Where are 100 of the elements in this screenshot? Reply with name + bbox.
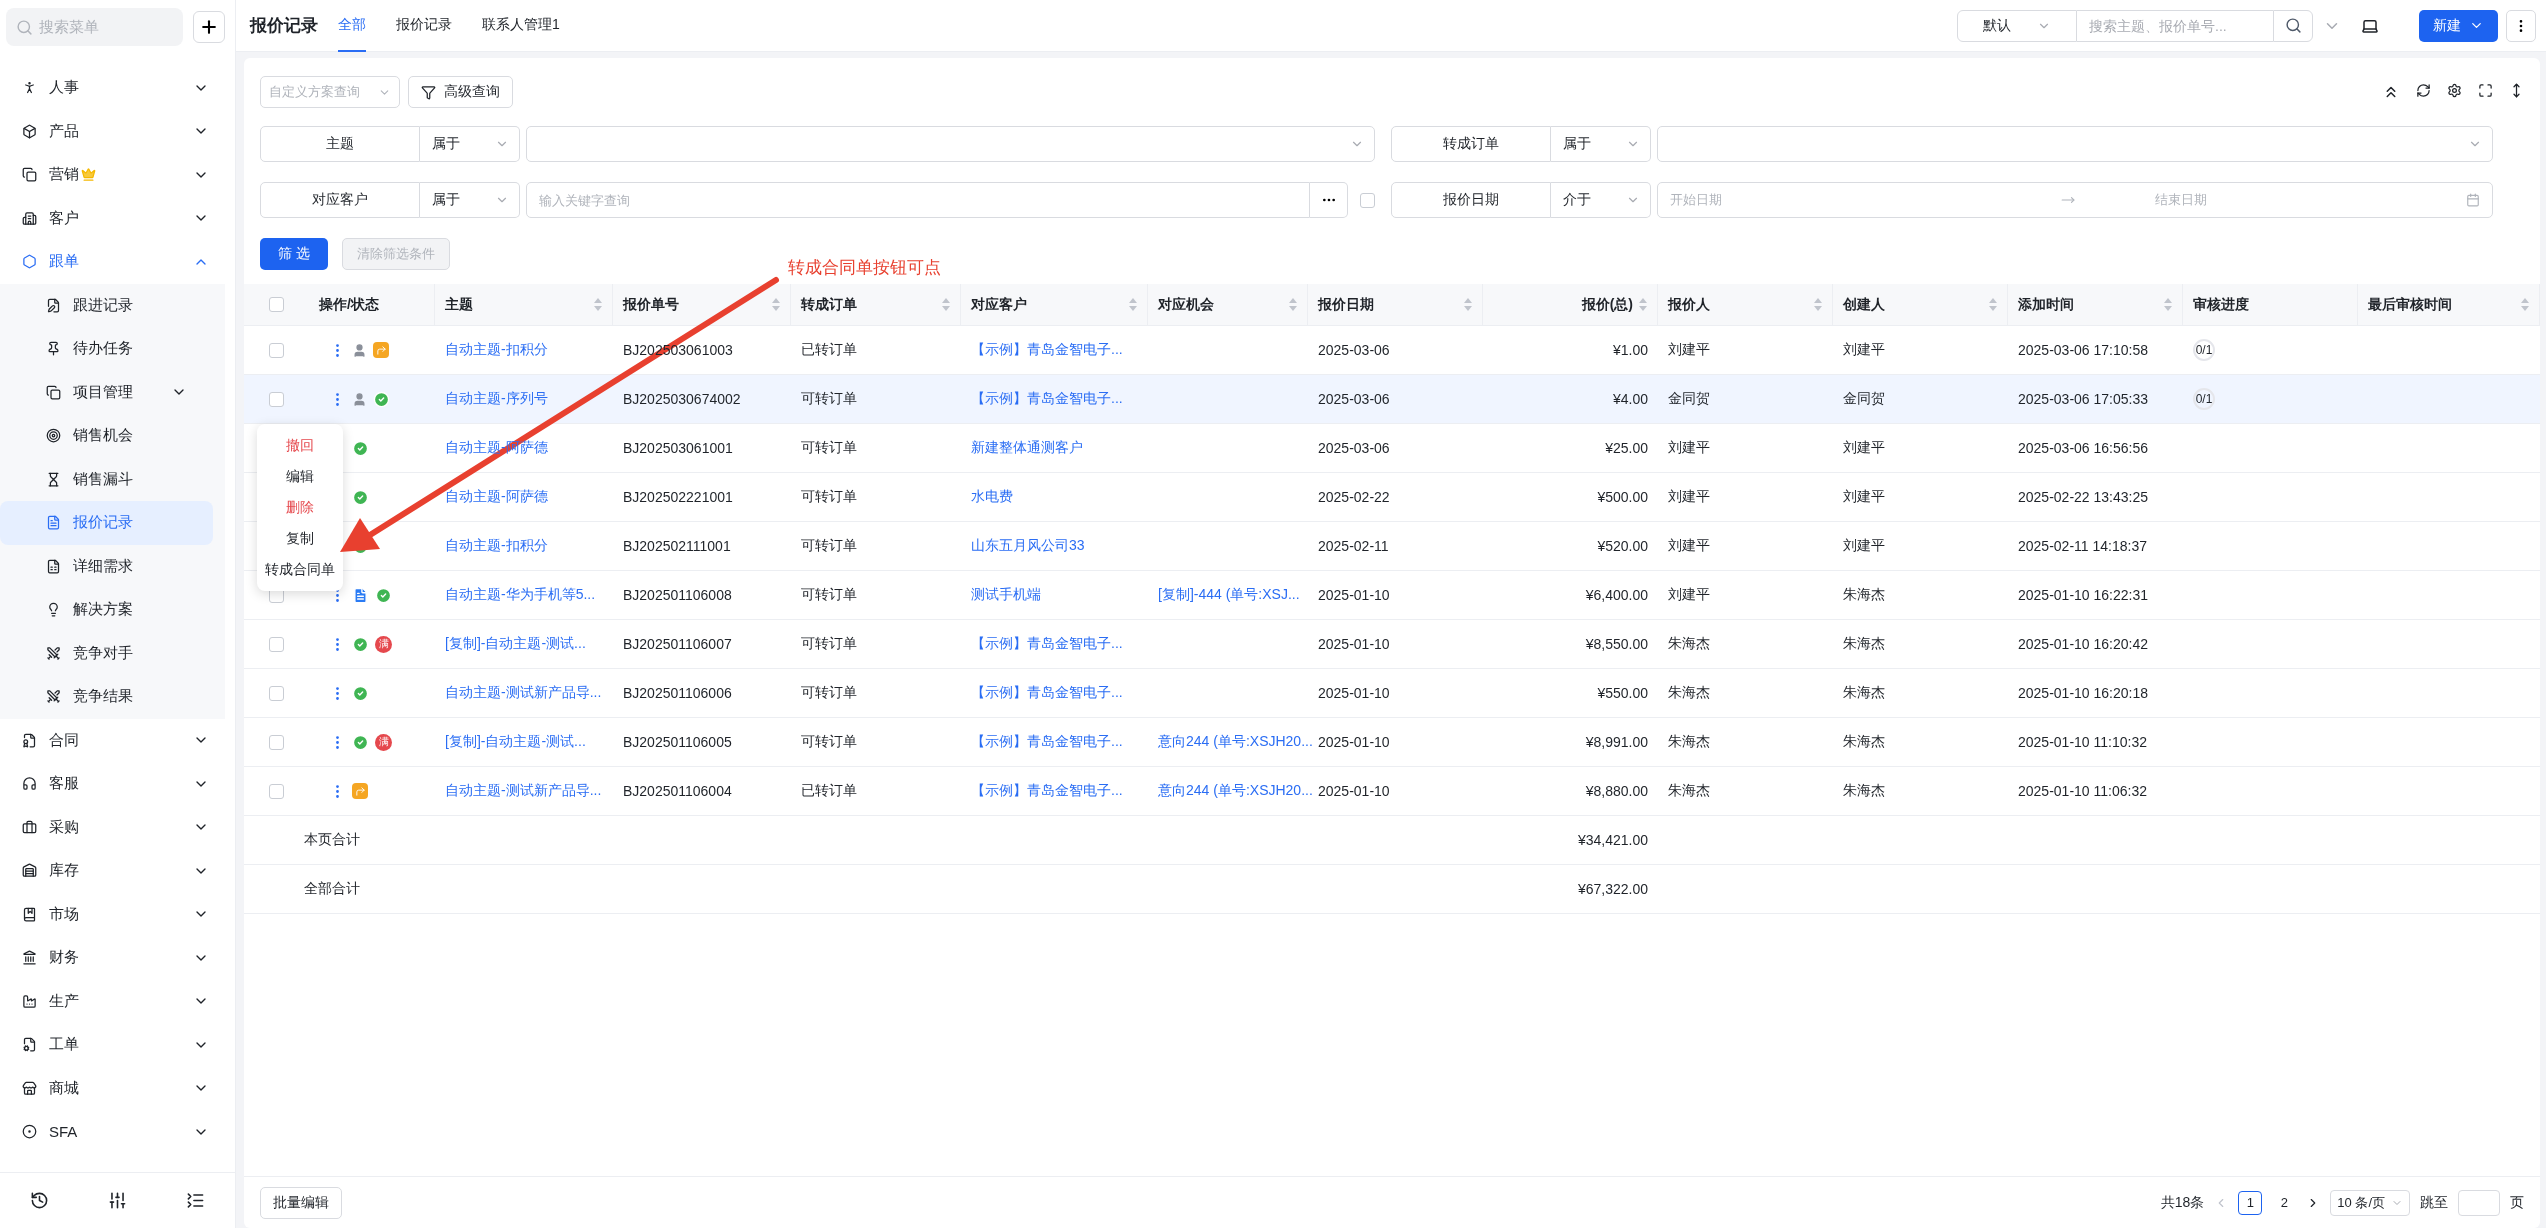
customer-link[interactable]: 水电费 [961,488,1148,506]
customer-link[interactable]: 【示例】青岛金智电子... [961,390,1148,408]
value-select[interactable] [1657,126,2493,162]
sidebar-subitem[interactable]: 竞争结果 [0,675,213,719]
subject-link[interactable]: 自动主题-序列号 [435,390,613,408]
sort-icon[interactable] [1289,298,1297,311]
collapse-icon[interactable] [186,1191,206,1210]
more-button[interactable] [2506,9,2536,42]
sidebar-subitem[interactable]: 项目管理 [0,370,213,414]
sidebar-item[interactable]: 合同 [0,718,235,762]
subject-link[interactable]: 自动主题-阿萨德 [435,488,613,506]
sidebar-item[interactable]: 客服 [0,762,235,806]
operator-select[interactable]: 属于 [1551,126,1651,162]
page-size-select[interactable]: 10 条/页 [2330,1189,2410,1216]
menu-item[interactable]: 复制 [286,523,314,554]
sort-icon[interactable] [1814,298,1822,311]
sidebar-item[interactable]: 工单 [0,1023,235,1067]
view-select[interactable]: 默认 [1957,9,2077,42]
sort-icon[interactable] [1129,298,1137,311]
operator-select[interactable]: 属于 [420,126,520,162]
filter-button[interactable]: 筛 选 [260,238,328,270]
sidebar-subitem[interactable]: 跟进记录 [0,283,213,327]
sidebar-subitem[interactable]: 销售漏斗 [0,457,213,501]
subject-link[interactable]: [复制]-自动主题-测试... [435,733,613,751]
batch-edit-button[interactable]: 批量编辑 [260,1186,342,1219]
sidebar-item[interactable]: SFA [0,1110,235,1154]
fullscreen-icon[interactable] [2478,83,2493,98]
sidebar-item[interactable]: 库存 [0,849,235,893]
subject-link[interactable]: 自动主题-测试新产品导... [435,782,613,800]
keyword-field[interactable]: 输入关键字查询 [526,182,1310,218]
opportunity-link[interactable]: [复制]-444 (单号:XSJ... [1148,586,1308,604]
checkbox[interactable] [269,734,284,750]
operator-select[interactable]: 介于 [1551,182,1651,218]
tab[interactable]: 联系人管理1 [482,0,560,52]
checkbox[interactable] [269,685,284,701]
customer-link[interactable]: 【示例】青岛金智电子... [961,341,1148,359]
sidebar-item[interactable]: 生产 [0,979,235,1023]
new-button[interactable]: 新建 [2419,9,2498,42]
checkbox[interactable] [269,783,284,799]
customer-link[interactable]: 新建整体通测客户 [961,439,1148,457]
settings-icon[interactable] [2447,83,2462,98]
sort-icon[interactable] [1464,298,1472,311]
sidebar-subitem[interactable]: 竞争对手 [0,631,213,675]
sort-icon[interactable] [1989,298,1997,311]
sort-icon[interactable] [2164,298,2172,311]
subject-link[interactable]: [复制]-自动主题-测试... [435,635,613,653]
table-row[interactable]: 自动主题-序列号 BJ2025030674002 可转订单 【示例】青岛金智电子... 2025-03-06 ¥4.00 金同贺 金同贺 2025-03-06 17:05:33 0/1 [244,375,2540,424]
column-header: 转成订单 [801,295,857,314]
tab[interactable]: 报价记录 [396,0,452,52]
sort-icon[interactable] [2521,298,2529,311]
sort-icon[interactable] [594,298,602,311]
page-button[interactable]: 1 [2238,1190,2263,1215]
menu-item[interactable]: 删除 [286,492,314,523]
sliders-icon[interactable] [108,1191,127,1210]
add-button[interactable] [193,11,225,43]
customer-link[interactable]: 【示例】青岛金智电子... [961,635,1148,653]
more-options-button[interactable] [1310,182,1348,218]
search-field[interactable]: 搜索主题、报价单号... [2077,9,2273,42]
sidebar-item[interactable]: 营销 [0,153,235,197]
menu-item[interactable]: 撤回 [286,430,314,461]
table-cell-text: BJ202501106004 [622,783,733,799]
customer-link[interactable]: 【示例】青岛金智电子... [961,684,1148,702]
customer-link[interactable]: 测试手机端 [961,586,1148,604]
sidebar-subitem[interactable]: 详细需求 [0,544,213,588]
refresh-icon[interactable] [2416,83,2431,98]
status-badge: 满 [375,733,392,751]
page-jump-field[interactable] [2458,1189,2500,1216]
subject-link[interactable]: 自动主题-扣积分 [435,537,613,555]
subject-link[interactable]: 自动主题-扣积分 [435,341,613,359]
checkbox[interactable] [269,297,284,312]
subject-link[interactable]: 自动主题-华为手机等5... [435,586,613,604]
advanced-search-button[interactable]: 高级查询 [408,76,513,108]
sort-icon[interactable] [772,298,780,311]
customer-link[interactable]: 【示例】青岛金智电子... [961,733,1148,751]
sidebar-item[interactable]: 采购 [0,805,235,849]
sidebar-item[interactable]: 客户 [0,196,235,240]
sidebar-item[interactable]: 跟单 [0,240,235,284]
subject-link[interactable]: 自动主题-测试新产品导... [435,684,613,702]
history-icon[interactable] [29,1191,49,1210]
checkbox[interactable] [269,391,284,407]
sort-icon[interactable] [942,298,950,311]
customer-link[interactable]: 【示例】青岛金智电子... [961,782,1148,800]
sort-icon[interactable] [1639,298,1647,311]
sidebar-item[interactable]: 人事 [0,66,235,110]
sidebar-subitem[interactable]: 报价记录 [0,501,213,545]
operator-select[interactable]: 属于 [420,182,520,218]
tab[interactable]: 全部 [338,0,366,52]
checkbox[interactable] [269,342,284,358]
checkbox[interactable] [269,636,284,652]
sidebar-item[interactable]: 财务 [0,936,235,980]
sidebar-item[interactable]: 商城 [0,1066,235,1110]
checkbox[interactable] [1360,192,1375,208]
sidebar-subitem[interactable]: 解决方案 [0,588,213,632]
sidebar-item[interactable]: 产品 [0,109,235,153]
value-select[interactable] [526,126,1375,162]
search-button[interactable] [2273,9,2313,42]
sidebar-subitem[interactable]: 销售机会 [0,414,213,458]
sidebar-subitem[interactable]: 待办任务 [0,327,213,371]
sidebar-item[interactable]: 市场 [0,892,235,936]
customer-link[interactable]: 山东五月风公司33 [961,537,1148,555]
